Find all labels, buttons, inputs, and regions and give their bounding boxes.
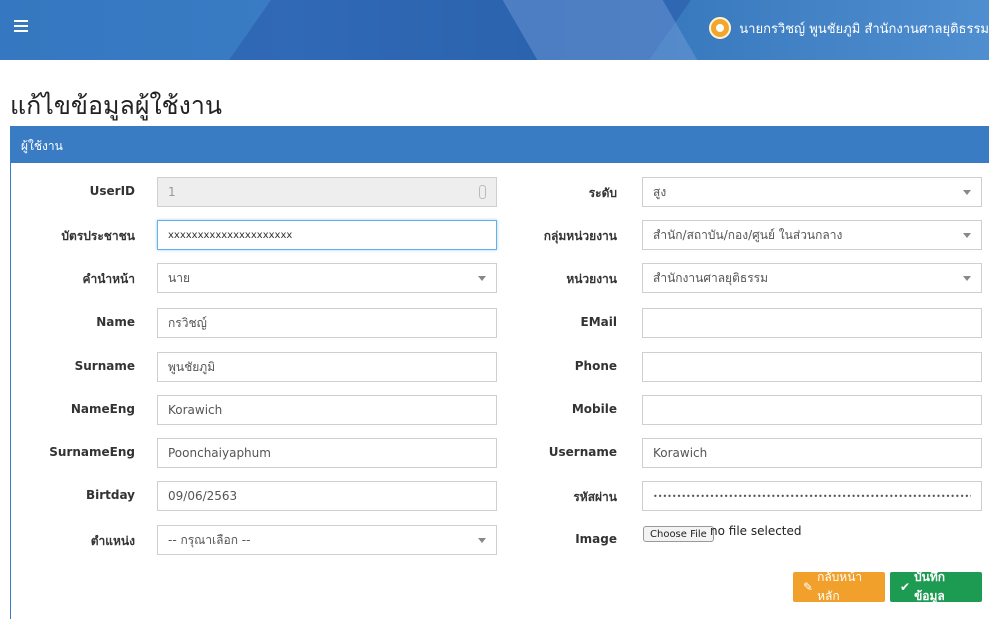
position-select[interactable]: -- กรุณาเลือก -- [157,525,497,555]
surname-eng-label: SurnameEng [49,445,135,459]
back-button-label: กลับหน้าหลัก [817,570,863,603]
check-icon: ✔ [900,580,911,594]
mobile-input[interactable] [642,395,982,425]
password-input[interactable]: ••••••••••••••••••••••••••••••••••••••••… [642,481,982,511]
unit-value: สำนักงานศาลยุติธรรม [653,270,768,285]
position-value: -- กรุณาเลือก -- [168,532,251,547]
username-label: Username [548,445,617,459]
username-value: Korawich [653,446,708,460]
chevron-down-icon [478,276,486,281]
surname-eng-value: Poonchaiyaphum [168,446,271,460]
back-to-home-button[interactable]: ✎ กลับหน้าหลัก [793,570,885,603]
chevron-down-icon [478,538,486,543]
prefix-value: นาย [168,270,190,285]
birthday-value: 09/06/2563 [168,489,238,503]
userid-input: 1 [157,177,497,207]
prefix-select[interactable]: นาย [157,263,497,293]
citizen-id-label: บัตรประชาชน [61,229,135,243]
name-eng-label: NameEng [70,402,135,416]
chevron-down-icon [963,190,971,195]
userid-label: UserID [89,184,135,198]
unit-group-value: สำนัก/สถาบัน/กอง/ศูนย์ ในส่วนกลาง [653,227,843,242]
surname-label: Surname [74,359,135,373]
name-input[interactable]: กรวิชญ์ [157,308,497,338]
mobile-label: Mobile [571,402,617,416]
level-label: ระดับ [588,186,617,200]
citizen-id-input[interactable]: xxxxxxxxxxxxxxxxxxxxx [157,220,497,250]
top-navbar: นายกรวิชญ์ พูนชัยภูมิ สำนักงานศาลยุติธรร… [0,0,989,60]
spinner-icon [479,185,486,199]
level-value: สูง [653,184,667,199]
unit-group-label: กลุ่มหน่วยงาน [543,229,617,243]
user-menu[interactable]: นายกรวิชญ์ พูนชัยภูมิ สำนักงานศาลยุติธรร… [709,17,989,39]
user-name-label: นายกรวิชญ์ พูนชัยภูมิ สำนักงานศาลยุติธรร… [739,21,989,37]
username-input[interactable]: Korawich [642,438,982,468]
name-value: กรวิชญ์ [168,315,207,330]
name-eng-value: Korawich [168,403,223,417]
hamburger-icon[interactable] [14,20,28,32]
edit-icon: ✎ [803,580,814,594]
email-input[interactable] [642,308,982,338]
choose-file-button[interactable]: Choose File [643,526,714,542]
name-eng-input[interactable]: Korawich [157,395,497,425]
position-label: ตำแหน่ง [90,534,135,548]
userid-value: 1 [168,185,176,199]
password-value: ••••••••••••••••••••••••••••••••••••••••… [653,491,971,501]
page-title: แก้ไขข้อมูลผู้ใช้งาน [10,91,222,120]
unit-group-select[interactable]: สำนัก/สถาบัน/กอง/ศูนย์ ในส่วนกลาง [642,220,982,250]
name-label: Name [96,315,135,329]
chevron-down-icon [963,276,971,281]
birthday-input[interactable]: 09/06/2563 [157,481,497,511]
phone-label: Phone [574,359,617,373]
citizen-id-value: xxxxxxxxxxxxxxxxxxxxx [168,229,293,241]
unit-select[interactable]: สำนักงานศาลยุติธรรม [642,263,982,293]
image-label: Image [575,532,617,546]
surname-input[interactable]: พูนชัยภูมิ [157,352,497,382]
prefix-label: คำนำหน้า [82,272,135,286]
email-label: EMail [580,315,617,329]
save-button[interactable]: ✔ บันทึกข้อมูล [890,570,982,603]
surname-eng-input[interactable]: Poonchaiyaphum [157,438,497,468]
file-status-text: no file selected [710,524,802,538]
birthday-label: Birtday [85,488,135,502]
unit-label: หน่วยงาน [566,272,617,286]
password-label: รหัสผ่าน [573,490,617,504]
save-button-label: บันทึกข้อมูล [914,570,946,603]
chevron-down-icon [963,233,971,238]
surname-value: พูนชัยภูมิ [168,359,216,374]
org-emblem-icon [709,17,732,39]
phone-input[interactable] [642,352,982,382]
level-select[interactable]: สูง [642,177,982,207]
panel-heading: ผู้ใช้งาน [11,126,989,163]
